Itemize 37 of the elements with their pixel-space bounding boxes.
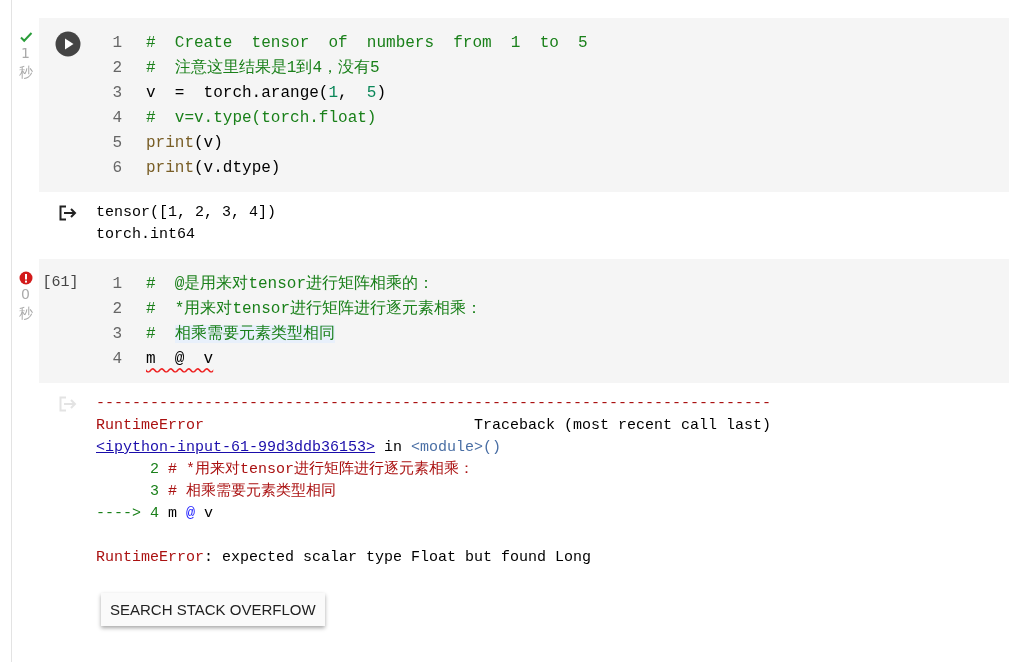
traceback-line: 2 # *用来对tensor进行矩阵进行逐元素相乘：: [149, 459, 475, 480]
line-number: 4: [111, 108, 122, 129]
line-number: 4: [111, 349, 122, 370]
execution-count: [61]: [42, 274, 79, 291]
file-link[interactable]: <ipython-input-61-99d3ddb36153>: [96, 439, 376, 456]
code-line: # v=v.type(torch.float): [146, 108, 377, 129]
output-line: torch.int64: [96, 225, 196, 245]
run-duration: 1: [21, 44, 30, 63]
output-line: tensor([1, 2, 3, 4]): [96, 203, 277, 223]
code-line: v = torch.arange(1, 5): [146, 83, 387, 104]
line-number: 2: [111, 58, 122, 79]
traceback-line: ----> 4 m @ v: [96, 504, 214, 524]
run-duration: 0: [21, 285, 30, 304]
code-line: # *用来对tensor进行矩阵进行逐元素相乘：: [146, 298, 482, 320]
line-number: 2: [111, 299, 122, 320]
line-number: 1: [111, 274, 122, 295]
time-unit: 秒: [18, 63, 33, 82]
line-number: 3: [111, 324, 122, 345]
line-number: 5: [111, 133, 122, 154]
code-line: # 注意这里结果是1到4，没有5: [146, 57, 380, 79]
search-stack-overflow-button[interactable]: SEARCH STACK OVERFLOW: [101, 593, 325, 626]
traceback-line: 3 # 相乘需要元素类型相同: [149, 481, 337, 502]
line-number: 6: [111, 158, 122, 179]
traceback-line: RuntimeError Traceback (most recent call last): [96, 416, 772, 436]
code-line: print(v.dtype): [146, 158, 281, 179]
run-icon[interactable]: [54, 31, 81, 57]
code-line: m @ v: [146, 349, 214, 370]
code-line: # Create tensor of numbers from 1 to 5: [146, 33, 588, 54]
code-line: print(v): [146, 133, 223, 154]
code-line: # @是用来对tensor进行矩阵相乘的：: [146, 273, 434, 295]
traceback-line: RuntimeError: expected scalar type Float but found Long: [96, 548, 592, 568]
traceback-line: ---------------------------------------------------------------------------: [96, 394, 772, 414]
traceback-line: <ipython-input-61-99d3ddb36153> in <module>(): [96, 438, 502, 458]
line-number: 1: [111, 33, 122, 54]
time-unit: 秒: [18, 304, 33, 323]
line-number: 3: [111, 83, 122, 104]
code-line: # 相乘需要元素类型相同: [146, 323, 335, 345]
